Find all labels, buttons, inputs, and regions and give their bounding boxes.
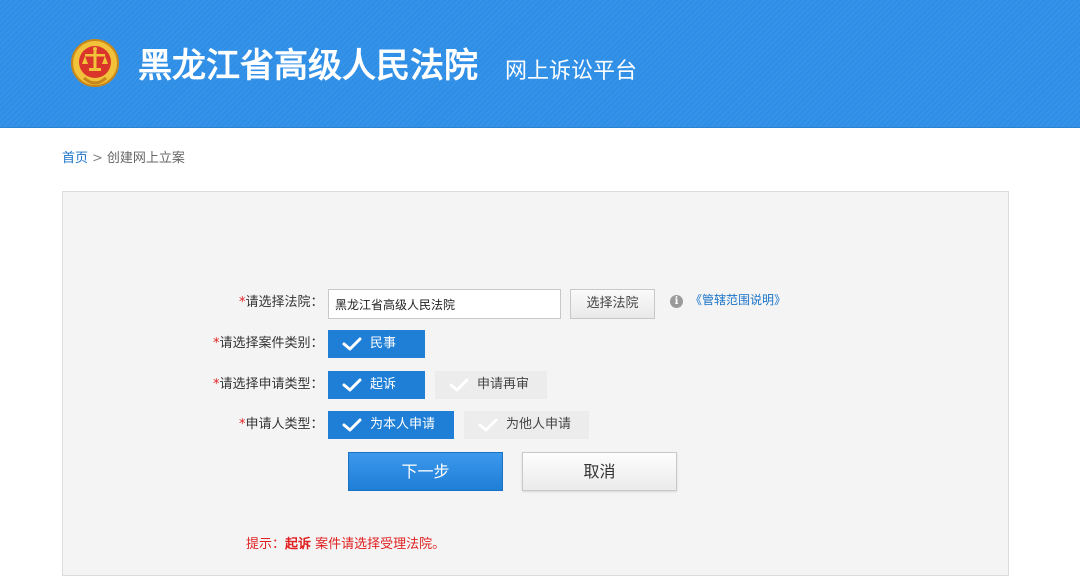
hint-prefix: 提示： <box>246 537 286 552</box>
hint-suffix: 案件请选择受理法院。 <box>315 537 446 552</box>
court-title: 黑龙江省高级人民法院 <box>138 46 478 86</box>
case-category-civil-option[interactable]: 民事 <box>328 330 425 358</box>
breadcrumb-current: 创建网上立案 <box>106 151 185 166</box>
jurisdiction-scope-link[interactable]: 《管辖范围说明》 <box>690 291 786 309</box>
platform-subtitle: 网上诉讼平台 <box>505 59 638 84</box>
breadcrumb-separator: > <box>92 151 103 166</box>
court-label-text: 请选择法院： <box>245 295 324 310</box>
option-label: 为他人申请 <box>506 417 572 432</box>
info-icon: i <box>670 295 683 308</box>
site-header: 黑龙江省高级人民法院 网上诉讼平台 <box>0 0 1080 128</box>
next-step-button[interactable]: 下一步 <box>348 452 503 491</box>
court-emblem-icon <box>71 39 119 87</box>
option-label: 起诉 <box>370 377 397 392</box>
select-court-button[interactable]: 选择法院 <box>570 289 655 319</box>
checkmark-icon <box>478 418 498 432</box>
application-type-retrial-option[interactable]: 申请再审 <box>435 371 547 399</box>
applicant-type-others-option[interactable]: 为他人申请 <box>464 411 589 439</box>
checkmark-icon <box>342 418 362 432</box>
court-input[interactable] <box>328 289 561 319</box>
checkmark-icon <box>449 378 469 392</box>
breadcrumb-home-link[interactable]: 首页 <box>62 151 88 166</box>
court-label: *请选择法院： <box>239 293 324 313</box>
application-type-sue-option[interactable]: 起诉 <box>328 371 425 399</box>
checkmark-icon <box>342 337 362 351</box>
hint-text: 提示：起诉 案件请选择受理法院。 <box>246 536 445 554</box>
checkmark-icon <box>342 378 362 392</box>
option-label: 民事 <box>370 336 397 351</box>
case-category-label: *请选择案件类别： <box>213 334 324 354</box>
applicant-type-self-option[interactable]: 为本人申请 <box>328 411 454 439</box>
hint-keyword: 起诉 <box>285 537 312 552</box>
breadcrumb: 首页 > 创建网上立案 <box>62 150 185 168</box>
application-type-label: *请选择申请类型： <box>213 375 324 395</box>
applicant-type-label: *申请人类型： <box>239 415 324 435</box>
cancel-button[interactable]: 取消 <box>522 452 677 491</box>
applicant-type-label-text: 申请人类型： <box>245 417 324 432</box>
option-label: 为本人申请 <box>370 417 436 432</box>
option-label: 申请再审 <box>477 377 530 392</box>
application-type-label-text: 请选择申请类型： <box>219 377 324 392</box>
case-category-label-text: 请选择案件类别： <box>219 336 324 351</box>
